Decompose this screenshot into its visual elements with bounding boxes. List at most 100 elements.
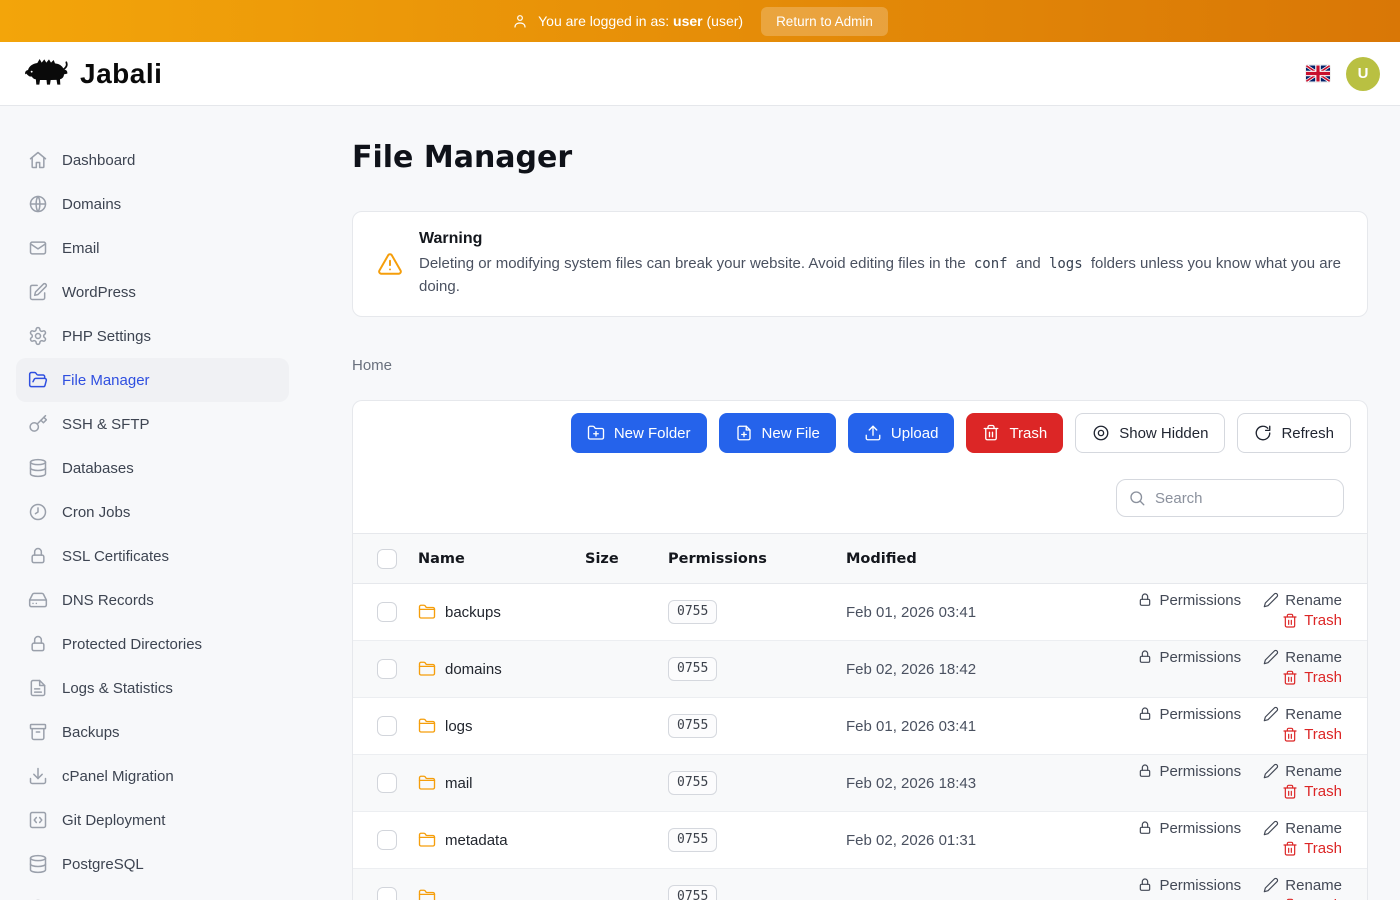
- modified-date: Feb 02, 2026 01:31: [846, 812, 1084, 869]
- permissions-badge: 0755: [668, 600, 717, 624]
- permissions-action[interactable]: Permissions: [1137, 820, 1241, 837]
- row-checkbox[interactable]: [377, 602, 397, 622]
- new-folder-button[interactable]: New Folder: [571, 413, 707, 453]
- return-to-admin-button[interactable]: Return to Admin: [761, 7, 888, 36]
- trash-icon: [1282, 841, 1298, 857]
- app-header: Jabali U: [0, 42, 1400, 106]
- file-name[interactable]: backups: [445, 604, 501, 621]
- sidebar-item-label: PostgreSQL: [62, 856, 144, 873]
- sidebar-item-dashboard[interactable]: Dashboard: [16, 138, 289, 182]
- sidebar-item-label: SSL Certificates: [62, 548, 169, 565]
- sidebar-item-git-deployment[interactable]: Git Deployment: [16, 798, 289, 842]
- download-icon: [28, 766, 48, 786]
- pencil-icon: [1263, 820, 1279, 836]
- sidebar: Dashboard Domains Email WordPress PHP Se…: [0, 106, 305, 900]
- rename-action[interactable]: Rename: [1263, 706, 1342, 723]
- trash-icon: [1282, 727, 1298, 743]
- rename-action[interactable]: Rename: [1263, 820, 1342, 837]
- modified-date: Feb 01, 2026 03:41: [846, 698, 1084, 755]
- sidebar-item-ssl-certificates[interactable]: SSL Certificates: [16, 534, 289, 578]
- sidebar-item-backups[interactable]: Backups: [16, 710, 289, 754]
- lock-icon: [1137, 763, 1153, 779]
- breadcrumb[interactable]: Home: [352, 357, 392, 374]
- sidebar-item-dns-records[interactable]: DNS Records: [16, 578, 289, 622]
- file-text-icon: [28, 678, 48, 698]
- sidebar-item-databases[interactable]: Databases: [16, 446, 289, 490]
- warning-banner: Warning Deleting or modifying system fil…: [352, 211, 1368, 317]
- file-name[interactable]: metadata: [445, 832, 508, 849]
- sidebar-item-protected-directories[interactable]: Protected Directories: [16, 622, 289, 666]
- sidebar-item-label: Cron Jobs: [62, 504, 130, 521]
- permissions-action[interactable]: Permissions: [1137, 649, 1241, 666]
- permissions-action[interactable]: Permissions: [1137, 763, 1241, 780]
- user-avatar[interactable]: U: [1346, 57, 1380, 91]
- sidebar-item-php-settings[interactable]: PHP Settings: [16, 314, 289, 358]
- rename-action[interactable]: Rename: [1263, 763, 1342, 780]
- sidebar-item-label: cPanel Migration: [62, 768, 174, 785]
- table-row: domains 0755 Feb 02, 2026 18:42 Permissi…: [353, 641, 1367, 698]
- sidebar-item-label: Databases: [62, 460, 134, 477]
- trash-button[interactable]: Trash: [966, 413, 1063, 453]
- permissions-action[interactable]: Permissions: [1137, 877, 1241, 894]
- clock-icon: [28, 502, 48, 522]
- file-size: [585, 755, 668, 812]
- database-icon: [28, 854, 48, 874]
- lock-icon: [1137, 877, 1153, 893]
- refresh-icon: [1254, 424, 1272, 442]
- permissions-action[interactable]: Permissions: [1137, 592, 1241, 609]
- trash-action[interactable]: Trash: [1282, 840, 1342, 857]
- warning-text: Deleting or modifying system files can b…: [419, 253, 1343, 298]
- select-all-checkbox[interactable]: [377, 549, 397, 569]
- sidebar-item-email[interactable]: Email: [16, 226, 289, 270]
- row-checkbox[interactable]: [377, 830, 397, 850]
- folder-icon: [418, 603, 436, 621]
- row-checkbox[interactable]: [377, 659, 397, 679]
- sidebar-item-label: PHP Settings: [62, 328, 151, 345]
- trash-action[interactable]: Trash: [1282, 669, 1342, 686]
- sidebar-item-label: WordPress: [62, 284, 136, 301]
- folder-icon: [418, 831, 436, 849]
- trash-action[interactable]: Trash: [1282, 726, 1342, 743]
- sidebar-item-file-manager[interactable]: File Manager: [16, 358, 289, 402]
- logged-in-text: You are logged in as: user (user): [538, 13, 743, 29]
- trash-action[interactable]: Trash: [1282, 612, 1342, 629]
- new-file-button[interactable]: New File: [719, 413, 836, 453]
- logged-in-username: user: [673, 13, 703, 29]
- sidebar-item-logs-statistics[interactable]: Logs & Statistics: [16, 666, 289, 710]
- file-name[interactable]: logs: [445, 718, 473, 735]
- file-name[interactable]: mail: [445, 775, 473, 792]
- trash-icon: [982, 424, 1000, 442]
- rename-action[interactable]: Rename: [1263, 649, 1342, 666]
- sidebar-item-postgresql[interactable]: PostgreSQL: [16, 842, 289, 886]
- home-icon: [28, 150, 48, 170]
- upload-button[interactable]: Upload: [848, 413, 955, 453]
- sidebar-item-cpanel-migration[interactable]: cPanel Migration: [16, 754, 289, 798]
- sidebar-item-domains[interactable]: Domains: [16, 182, 289, 226]
- edit-icon: [28, 282, 48, 302]
- sidebar-item-ssh-sftp[interactable]: SSH & SFTP: [16, 402, 289, 446]
- file-plus-icon: [735, 424, 753, 442]
- search-input[interactable]: [1116, 479, 1344, 517]
- row-checkbox[interactable]: [377, 887, 397, 900]
- refresh-button[interactable]: Refresh: [1237, 413, 1351, 453]
- warning-icon: [377, 251, 403, 277]
- folder-icon: [418, 888, 436, 900]
- sidebar-item-item[interactable]: [16, 886, 289, 900]
- rename-action[interactable]: Rename: [1263, 877, 1342, 894]
- show-hidden-button[interactable]: Show Hidden: [1075, 413, 1225, 453]
- row-checkbox[interactable]: [377, 716, 397, 736]
- brand-logo[interactable]: Jabali: [24, 56, 162, 92]
- folder-icon: [418, 717, 436, 735]
- file-name[interactable]: domains: [445, 661, 502, 678]
- trash-action[interactable]: Trash: [1282, 783, 1342, 800]
- rename-action[interactable]: Rename: [1263, 592, 1342, 609]
- sidebar-item-label: Backups: [62, 724, 120, 741]
- row-checkbox[interactable]: [377, 773, 397, 793]
- sidebar-item-wordpress[interactable]: WordPress: [16, 270, 289, 314]
- language-flag-icon[interactable]: [1306, 65, 1330, 82]
- permissions-action[interactable]: Permissions: [1137, 706, 1241, 723]
- file-table: Name Size Permissions Modified backups 0…: [353, 533, 1367, 900]
- modified-date: [846, 869, 1084, 900]
- lock-icon: [28, 546, 48, 566]
- sidebar-item-cron-jobs[interactable]: Cron Jobs: [16, 490, 289, 534]
